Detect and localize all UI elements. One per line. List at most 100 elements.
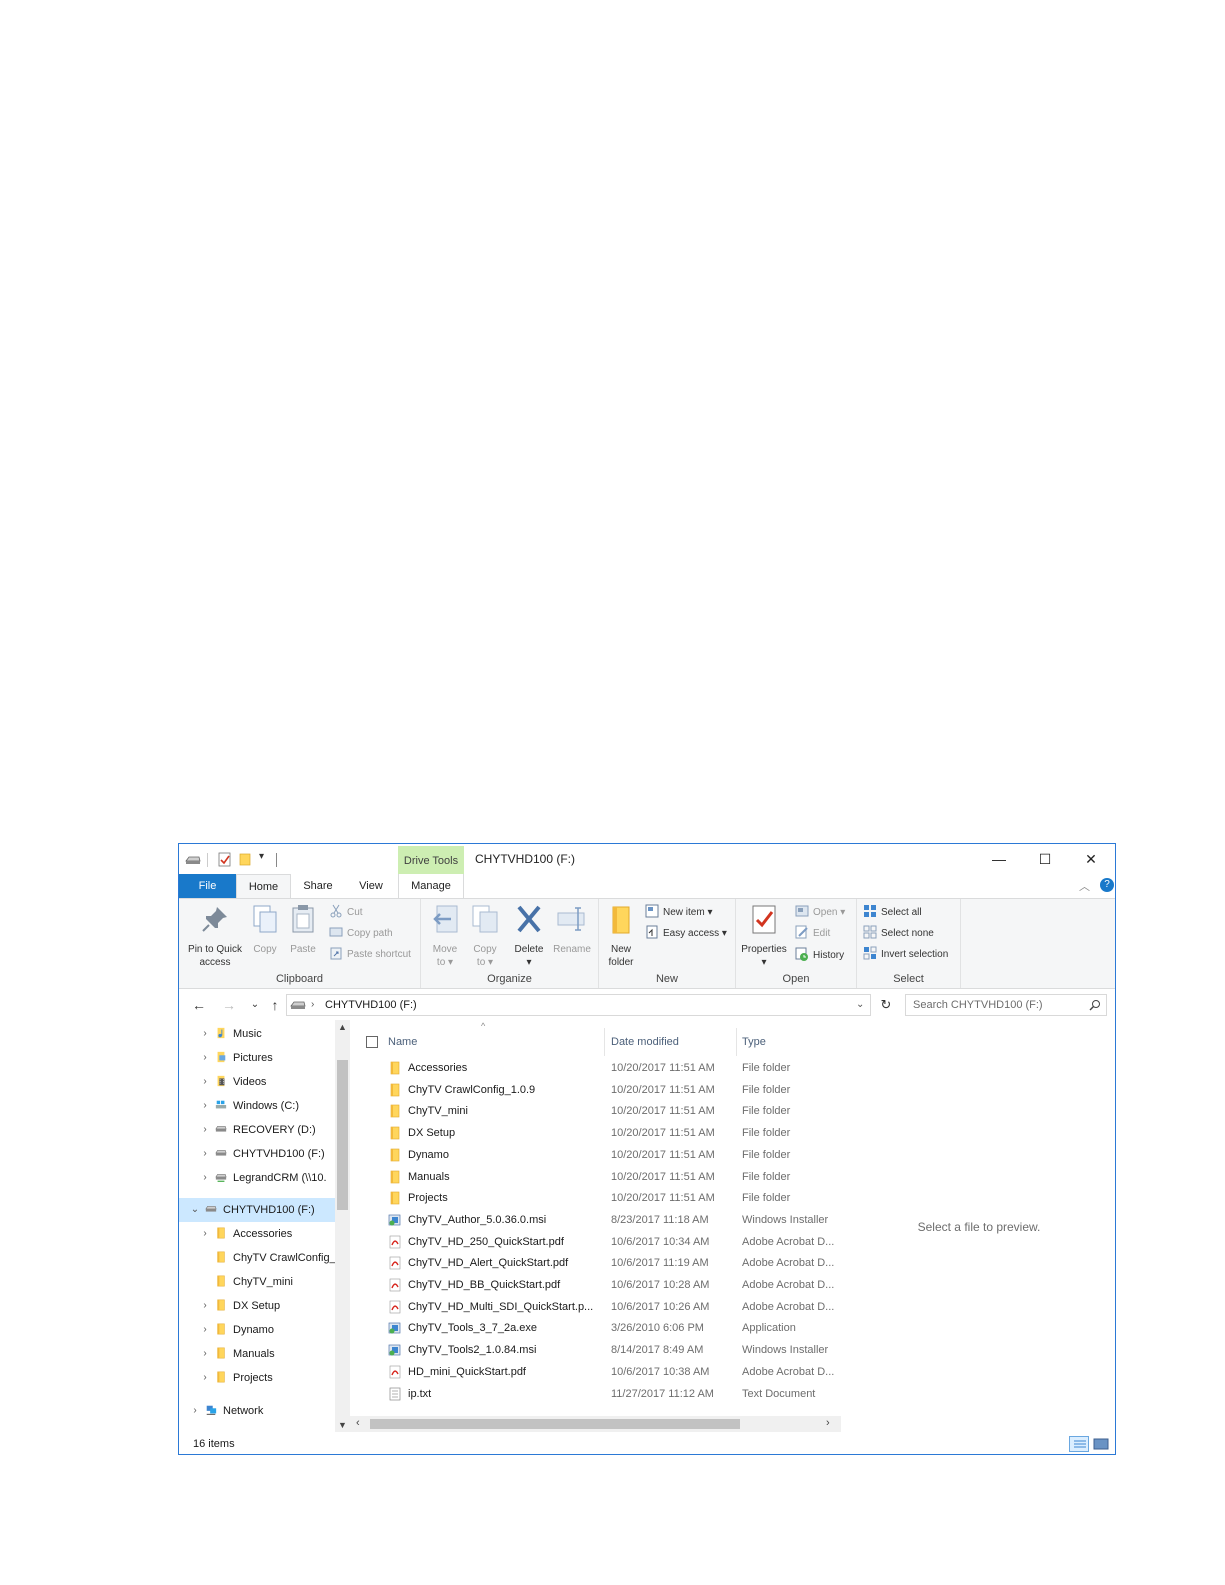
new-item-button[interactable]: New item ▾ (645, 904, 712, 922)
chevron-right-icon[interactable]: › (199, 1094, 211, 1118)
edit-button[interactable]: Edit (795, 925, 830, 943)
chevron-right-icon[interactable]: › (199, 1318, 211, 1342)
back-arrow-icon[interactable]: ← (189, 995, 209, 1015)
nav-item[interactable]: › CHYTVHD100 (F:) (179, 1142, 335, 1166)
collapse-ribbon-icon[interactable]: ︿ (1079, 878, 1090, 894)
file-row[interactable]: ip.txt 11/27/2017 11:12 AM Text Document (350, 1383, 841, 1405)
file-row[interactable]: ChyTV_Tools_3_7_2a.exe 3/26/2010 6:06 PM A… (350, 1317, 841, 1339)
tab-file[interactable]: File (179, 874, 236, 898)
file-row[interactable]: DX Setup 10/20/2017 11:51 AM File folder (350, 1122, 841, 1144)
nav-item[interactable]: › LegrandCRM (\\10. (179, 1166, 335, 1190)
nav-item[interactable]: › Manuals (179, 1342, 335, 1366)
properties-dropdown-arrow[interactable]: ▾ (738, 956, 790, 969)
scroll-up-arrow-icon[interactable]: ▲ (338, 1022, 347, 1032)
nav-scroll-thumb[interactable] (337, 1060, 348, 1210)
file-list[interactable]: ^ Name Date modified Type Accessories 10/… (350, 1020, 841, 1416)
nav-item[interactable]: › DX Setup (179, 1294, 335, 1318)
navigation-pane[interactable]: › Music › Pictures › Videos › Windows (C:) › RECO… (179, 1020, 335, 1432)
chevron-right-icon[interactable]: › (189, 1399, 201, 1423)
breadcrumb-current[interactable]: CHYTVHD100 (F:) (325, 995, 417, 1015)
customize-toolbar-icon[interactable]: ▾ (259, 851, 264, 862)
move-to-button[interactable]: Move to ▾ (427, 903, 463, 969)
select-none-button[interactable]: Select none (863, 925, 934, 943)
nav-item[interactable]: ChyTV CrawlConfig_ (179, 1246, 335, 1270)
file-row[interactable]: Accessories 10/20/2017 11:51 AM File folde… (350, 1057, 841, 1079)
nav-item[interactable]: › RECOVERY (D:) (179, 1118, 335, 1142)
tab-view[interactable]: View (347, 874, 395, 898)
column-divider[interactable] (604, 1028, 605, 1056)
chevron-right-icon[interactable]: › (199, 1222, 211, 1246)
maximize-button[interactable]: ☐ (1022, 848, 1068, 870)
chevron-right-icon[interactable]: › (199, 1070, 211, 1094)
copy-button[interactable]: Copy (247, 903, 283, 956)
properties-quick-icon[interactable] (218, 852, 231, 867)
column-divider[interactable] (736, 1028, 737, 1056)
file-row[interactable]: ChyTV_HD_Multi_SDI_QuickStart.p... 10/6/2… (350, 1296, 841, 1318)
nav-item[interactable]: › Network (179, 1399, 335, 1423)
paste-shortcut-button[interactable]: Paste shortcut (329, 946, 411, 964)
nav-item[interactable]: › Accessories (179, 1222, 335, 1246)
address-dropdown-icon[interactable]: ⌄ (856, 995, 864, 1015)
nav-item[interactable]: › Dynamo (179, 1318, 335, 1342)
chevron-right-icon[interactable]: › (199, 1166, 211, 1190)
column-header-type[interactable]: Type (742, 1028, 837, 1056)
invert-selection-button[interactable]: Invert selection (863, 946, 948, 964)
search-input[interactable]: Search CHYTVHD100 (F:) (905, 994, 1107, 1016)
paste-button[interactable]: Paste (285, 903, 321, 956)
pin-to-quick-access-button[interactable]: Pin to Quick access (185, 903, 245, 969)
address-bar[interactable]: › CHYTVHD100 (F:) ⌄ (286, 994, 871, 1016)
close-button[interactable]: ✕ (1068, 848, 1114, 870)
chevron-right-icon[interactable]: › (199, 1022, 211, 1046)
file-row[interactable]: Dynamo 10/20/2017 11:51 AM File folder (350, 1144, 841, 1166)
file-row[interactable]: Manuals 10/20/2017 11:51 AM File folder (350, 1166, 841, 1188)
chevron-right-icon[interactable]: › (199, 1046, 211, 1070)
nav-vertical-scrollbar[interactable]: ▲ ▼ (335, 1020, 350, 1432)
scroll-down-arrow-icon[interactable]: ▼ (338, 1420, 347, 1430)
file-row[interactable]: ChyTV_HD_250_QuickStart.pdf 10/6/2017 10:… (350, 1231, 841, 1253)
recent-locations-chevron-icon[interactable]: ⌄ (245, 995, 265, 1015)
chevron-right-icon[interactable]: › (199, 1366, 211, 1390)
file-row[interactable]: ChyTV_Tools2_1.0.84.msi 8/14/2017 8:49 AM… (350, 1339, 841, 1361)
minimize-button[interactable]: — (976, 848, 1022, 870)
help-icon[interactable]: ? (1100, 878, 1114, 892)
up-arrow-icon[interactable]: ↑ (265, 995, 285, 1015)
file-row[interactable]: ChyTV_Author_5.0.36.0.msi 8/23/2017 11:18… (350, 1209, 841, 1231)
refresh-icon[interactable]: ↻ (876, 995, 896, 1015)
easy-access-button[interactable]: Easy access ▾ (645, 925, 727, 943)
nav-item[interactable]: › Music (179, 1022, 335, 1046)
list-scroll-thumb[interactable] (370, 1419, 740, 1429)
tab-share[interactable]: Share (294, 874, 342, 898)
chevron-right-icon[interactable]: › (199, 1118, 211, 1142)
open-button[interactable]: Open ▾ (795, 904, 845, 922)
copy-to-button[interactable]: Copy to ▾ (467, 903, 503, 969)
delete-button[interactable]: Delete ▾ (509, 903, 549, 969)
file-row[interactable]: ChyTV_HD_Alert_QuickStart.pdf 10/6/2017 1… (350, 1252, 841, 1274)
file-row[interactable]: ChyTV_mini 10/20/2017 11:51 AM File folder (350, 1100, 841, 1122)
nav-item[interactable]: › Pictures (179, 1046, 335, 1070)
column-header-name[interactable]: Name (388, 1028, 598, 1056)
details-view-icon[interactable] (1069, 1436, 1089, 1452)
file-row[interactable]: ChyTV CrawlConfig_1.0.9 10/20/2017 11:51 … (350, 1079, 841, 1101)
list-horizontal-scrollbar[interactable]: ‹ › (350, 1416, 841, 1432)
nav-item[interactable]: ChyTV_mini (179, 1270, 335, 1294)
large-icons-view-icon[interactable] (1093, 1436, 1109, 1452)
nav-item[interactable]: ⌄ CHYTVHD100 (F:) (179, 1198, 335, 1222)
forward-arrow-icon[interactable]: → (219, 995, 239, 1015)
rename-button[interactable]: Rename (551, 903, 593, 956)
nav-item[interactable]: › Videos (179, 1070, 335, 1094)
file-row[interactable]: HD_mini_QuickStart.pdf 10/6/2017 10:38 AM… (350, 1361, 841, 1383)
column-header-date[interactable]: Date modified (611, 1028, 731, 1056)
breadcrumb-separator-icon[interactable]: › (311, 995, 314, 1015)
chevron-right-icon[interactable]: › (199, 1142, 211, 1166)
select-all-button[interactable]: Select all (863, 904, 922, 922)
new-folder-quick-icon[interactable] (239, 853, 251, 866)
file-row[interactable]: ChyTV_HD_BB_QuickStart.pdf 10/6/2017 10:2… (350, 1274, 841, 1296)
chevron-right-icon[interactable]: › (199, 1342, 211, 1366)
file-row[interactable]: Projects 10/20/2017 11:51 AM File folder (350, 1187, 841, 1209)
new-folder-button[interactable]: New folder (603, 903, 639, 969)
cut-button[interactable]: Cut (329, 904, 363, 922)
properties-button[interactable]: Properties ▾ (738, 903, 790, 969)
scroll-right-arrow-icon[interactable]: › (826, 1417, 830, 1429)
history-button[interactable]: History (795, 947, 844, 965)
tab-manage[interactable]: Manage (398, 874, 464, 898)
